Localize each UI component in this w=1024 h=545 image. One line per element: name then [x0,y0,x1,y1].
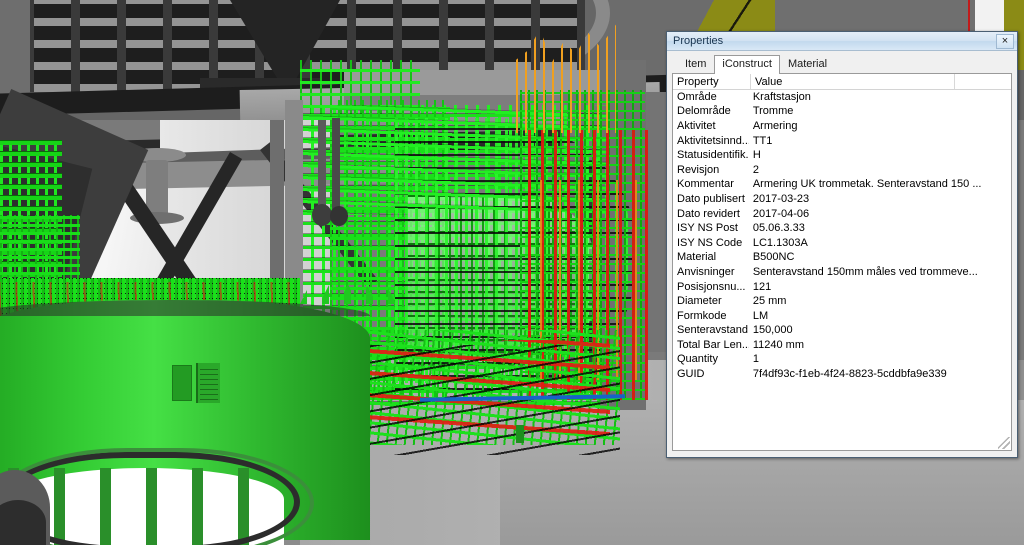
property-name: Aktivitet [677,119,716,132]
application-window: Properties × Item iConstruct Material Pr… [0,0,1024,545]
property-name: Formkode [677,309,727,322]
table-row[interactable]: ISY NS Post 05.06.3.33 [673,221,1011,236]
property-value: H [752,149,761,162]
table-row[interactable]: Anvisninger Senteravstand 150mm måles ve… [673,265,1011,280]
steel-hanger-1 [318,120,326,210]
table-row[interactable]: Diameter 25 mm [673,294,1011,309]
property-value: Armering UK trommetak. Senteravstand 150… [752,178,982,191]
property-name: Diameter [677,295,722,308]
property-name: Revisjon [677,163,720,176]
table-row[interactable]: ISY NS Code LC1.1303A [673,236,1011,251]
column-header-value[interactable]: Value [751,74,955,89]
steel-hanger-end-1 [312,204,332,226]
property-name: Anvisninger [677,265,735,278]
property-name: Aktivitetsinnd... [677,134,749,147]
table-row[interactable]: GUID 7f4df93c-f1eb-4f24-8823-5cddbfa9e33… [673,367,1011,382]
property-grid[interactable]: Property Value Område Kraftstasjon Delom… [672,74,1012,451]
property-name: Posisjonsnu... [677,280,746,293]
property-name: Quantity [677,353,718,366]
property-value: Tromme [752,105,794,118]
properties-dialog[interactable]: Properties × Item iConstruct Material Pr… [666,31,1018,458]
table-row[interactable]: Delområde Tromme [673,105,1011,120]
resize-grip-icon[interactable] [998,437,1010,449]
drum-access-panel-2 [196,363,220,403]
table-row[interactable]: Revisjon 2 [673,163,1011,178]
property-name: Kommentar [677,178,734,191]
property-value: LC1.1303A [752,236,808,249]
table-row[interactable]: Kommentar Armering UK trommetak. Sentera… [673,178,1011,193]
table-row[interactable]: Senteravstand 150,000 [673,324,1011,339]
property-value: B500NC [752,251,795,264]
table-row[interactable]: Material B500NC [673,251,1011,266]
property-value: 7f4df93c-f1eb-4f24-8823-5cddbfa9e339 [752,368,947,381]
column-header-property[interactable]: Property [673,74,751,89]
tabstrip: Item iConstruct Material [672,55,1012,74]
table-row[interactable]: Statusidentifik... H [673,148,1011,163]
table-row[interactable]: Quantity 1 [673,353,1011,368]
steel-hanger-end-2 [330,206,348,226]
property-name: Material [677,251,717,264]
property-name: Område [677,90,717,103]
property-value: LM [752,309,769,322]
tab-material[interactable]: Material [780,55,835,73]
property-name: Dato publisert [677,192,745,205]
property-name: Senteravstand [677,324,748,337]
property-grid-header: Property Value [673,74,1011,90]
table-row[interactable]: Dato publisert 2017-03-23 [673,192,1011,207]
property-value: 2017-03-23 [752,192,810,205]
tab-iconstruct[interactable]: iConstruct [714,55,780,74]
table-row[interactable]: Formkode LM [673,309,1011,324]
property-value: Senteravstand 150mm måles ved trommeve..… [752,265,978,278]
property-value: 2017-04-06 [752,207,810,220]
property-name: Delområde [677,105,731,118]
property-name: GUID [677,368,705,381]
property-name: Total Bar Len... [677,338,749,351]
dialog-title: Properties [673,35,724,47]
steel-grating-mask [0,0,30,95]
steel-hanger-2 [332,118,340,210]
table-row[interactable]: Område Kraftstasjon [673,90,1011,105]
drum-access-panel [172,365,192,401]
rebar-marker-tab [516,425,524,443]
property-name: ISY NS Post [677,222,738,235]
property-grid-rows: Område Kraftstasjon Delområde Tromme Akt… [673,90,1011,450]
property-name: Statusidentifik... [677,149,749,162]
property-value: TT1 [752,134,773,147]
dialog-titlebar[interactable]: Properties × [667,32,1017,51]
column-header-extra[interactable] [955,74,1011,89]
table-row[interactable]: Posisjonsnu... 121 [673,280,1011,295]
tab-item[interactable]: Item [677,55,714,73]
table-row[interactable]: Aktivitet Armering [673,119,1011,134]
property-name: ISY NS Code [677,236,743,249]
concrete-column-left-2 [270,120,284,300]
property-value: 25 mm [752,295,787,308]
property-value: 150,000 [752,324,793,337]
property-name: Dato revidert [677,207,740,220]
drum-hub-inner [0,500,46,545]
property-value: 11240 mm [752,338,804,351]
property-value: Kraftstasjon [752,90,811,103]
table-row[interactable]: Dato revidert 2017-04-06 [673,207,1011,222]
close-icon[interactable]: × [996,33,1014,49]
property-value: 05.06.3.33 [752,222,805,235]
property-value: Armering [752,119,798,132]
property-value: 2 [752,163,759,176]
table-row[interactable]: Aktivitetsinnd... TT1 [673,134,1011,149]
table-row[interactable]: Total Bar Len... 11240 mm [673,338,1011,353]
property-value: 1 [752,353,759,366]
dialog-body: Item iConstruct Material Property Value … [667,51,1017,457]
property-value: 121 [752,280,772,293]
